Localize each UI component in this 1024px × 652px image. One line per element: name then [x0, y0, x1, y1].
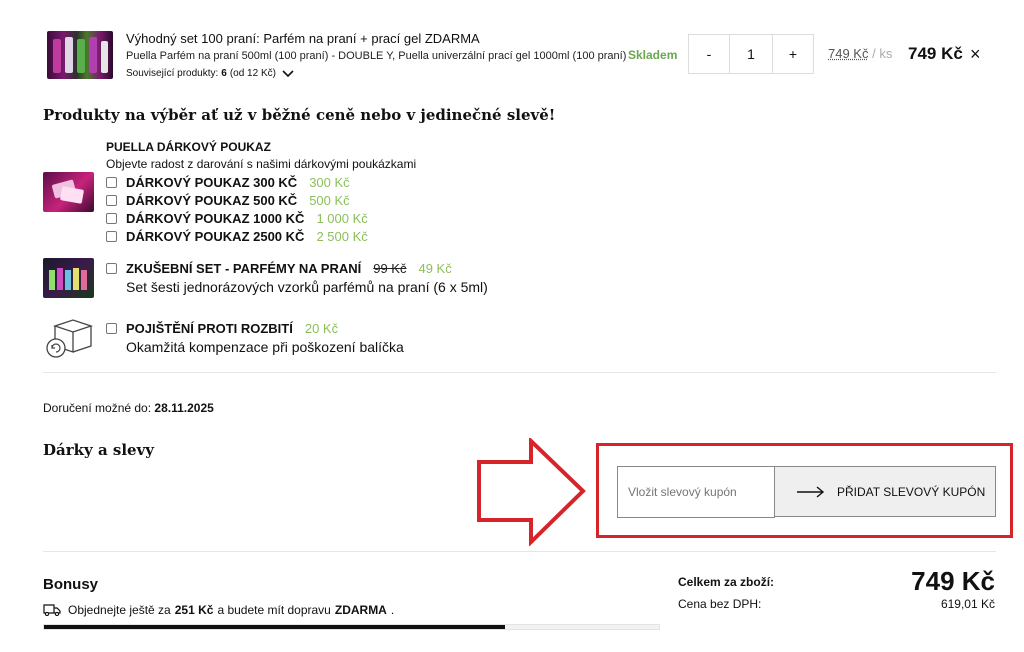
coupon-form: PŘIDAT SLEVOVÝ KUPÓN: [617, 466, 996, 518]
insurance-name: POJIŠTĚNÍ PROTI ROZBITÍ: [126, 320, 293, 336]
product-thumbnail[interactable]: [47, 31, 113, 79]
qty-increase-button[interactable]: +: [772, 34, 814, 74]
voucher-options: DÁRKOVÝ POUKAZ 300 KČ 300 Kč DÁRKOVÝ POU…: [106, 173, 368, 245]
delivery-info: Doručení možné do: 28.11.2025: [43, 401, 214, 415]
line-total-price: 749 Kč: [908, 44, 963, 63]
free-shipping-free: ZDARMA: [334, 603, 387, 617]
voucher-option-name: DÁRKOVÝ POUKAZ 2500 KČ: [126, 228, 305, 244]
sample-set-description: Set šesti jednorázových vzorků parfémů n…: [126, 279, 488, 295]
voucher-title: PUELLA DÁRKOVÝ POUKAZ: [106, 140, 271, 154]
upsell-heading: Produkty na výběr ať už v běžné ceně neb…: [43, 106, 556, 124]
qty-decrease-button[interactable]: -: [688, 34, 730, 74]
annotation-arrow: [476, 436, 588, 551]
total-label: Celkem za zboží:: [678, 575, 775, 589]
divider: [43, 551, 996, 552]
gifts-heading: Dárky a slevy: [43, 441, 155, 459]
free-shipping-info: Objednejte ještě za 251 Kč a budete mít …: [43, 603, 394, 617]
voucher-option-price: 300 Kč: [309, 174, 350, 190]
insurance-price: 20 Kč: [304, 320, 339, 336]
voucher-option[interactable]: DÁRKOVÝ POUKAZ 1000 KČ 1 000 Kč: [106, 209, 368, 227]
coupon-input[interactable]: [617, 466, 775, 518]
related-label: Související produkty:: [126, 68, 219, 79]
remove-item-button[interactable]: ×: [970, 44, 981, 65]
insurance-description: Okamžitá kompenzace při poškození balíčk…: [126, 339, 404, 355]
product-title[interactable]: Výhodný set 100 praní: Parfém na praní +…: [126, 31, 480, 46]
voucher-checkbox[interactable]: [106, 176, 117, 188]
free-shipping-progress: [43, 624, 660, 630]
free-shipping-progress-fill: [44, 625, 506, 629]
add-coupon-button[interactable]: PŘIDAT SLEVOVÝ KUPÓN: [775, 466, 996, 517]
add-coupon-label: PŘIDAT SLEVOVÝ KUPÓN: [837, 484, 986, 499]
sample-set-checkbox[interactable]: [106, 262, 117, 274]
voucher-option[interactable]: DÁRKOVÝ POUKAZ 500 KČ 500 Kč: [106, 191, 368, 209]
bonus-heading: Bonusy: [43, 576, 99, 593]
voucher-description: Objevte radost z darování s našimi dárko…: [106, 157, 417, 171]
voucher-option[interactable]: DÁRKOVÝ POUKAZ 300 KČ 300 Kč: [106, 173, 368, 191]
voucher-option-name: DÁRKOVÝ POUKAZ 500 KČ: [126, 192, 298, 208]
arrow-right-icon: [797, 485, 825, 498]
delivery-date: 28.11.2025: [154, 401, 214, 415]
no-vat-price: 619,01 Kč: [940, 597, 995, 611]
product-subtitle: Puella Parfém na praní 500ml (100 praní)…: [126, 50, 627, 62]
sample-set-name: ZKUŠEBNÍ SET - PARFÉMY NA PRANÍ: [126, 260, 362, 276]
voucher-checkbox[interactable]: [106, 212, 117, 224]
total-price: 749 Kč: [911, 566, 995, 596]
unit-price-suffix: / ks: [872, 46, 893, 61]
voucher-option-price: 2 500 Kč: [316, 228, 368, 244]
truck-icon: [43, 604, 61, 616]
voucher-thumbnail: [43, 172, 94, 212]
voucher-option[interactable]: DÁRKOVÝ POUKAZ 2500 KČ 2 500 Kč: [106, 227, 368, 245]
voucher-option-name: DÁRKOVÝ POUKAZ 300 KČ: [126, 174, 298, 190]
product-bottles-image: [53, 37, 108, 73]
unit-price-value: 749 Kč: [828, 46, 869, 61]
sample-set-image: [49, 268, 87, 290]
quantity-stepper: - 1 +: [688, 34, 814, 74]
free-shipping-prefix: Objednejte ještě za: [68, 603, 171, 617]
voucher-option-name: DÁRKOVÝ POUKAZ 1000 KČ: [126, 210, 305, 226]
divider: [43, 372, 996, 373]
related-from: (od 12 Kč): [229, 68, 276, 79]
qty-input[interactable]: 1: [730, 34, 772, 74]
stock-status: Skladem: [628, 48, 678, 62]
sample-set-thumbnail: [43, 258, 94, 298]
insurance-row[interactable]: POJIŠTĚNÍ PROTI ROZBITÍ 20 Kč: [106, 319, 338, 337]
voucher-cards-image: [52, 179, 84, 204]
voucher-checkbox[interactable]: [106, 194, 117, 206]
no-vat-label: Cena bez DPH:: [678, 597, 762, 611]
chevron-down-icon[interactable]: [282, 69, 294, 78]
sample-set-price: 49 Kč: [418, 260, 452, 276]
unit-price: 749 Kč / ks: [828, 46, 892, 61]
sample-set-row[interactable]: ZKUŠEBNÍ SET - PARFÉMY NA PRANÍ 99 Kč 49…: [106, 259, 452, 277]
sample-set-old-price: 99 Kč: [373, 260, 407, 276]
voucher-option-price: 1 000 Kč: [316, 210, 368, 226]
related-count: 6: [221, 68, 227, 79]
voucher-checkbox[interactable]: [106, 230, 117, 242]
insurance-checkbox[interactable]: [106, 322, 117, 334]
free-shipping-amount: 251 Kč: [174, 603, 214, 617]
box-insurance-icon: [43, 314, 95, 365]
voucher-option-price: 500 Kč: [309, 192, 350, 208]
related-products[interactable]: Související produkty: 6 (od 12 Kč): [126, 68, 294, 79]
delivery-label: Doručení možné do:: [43, 401, 152, 415]
free-shipping-mid: a budete mít dopravu: [217, 603, 331, 617]
